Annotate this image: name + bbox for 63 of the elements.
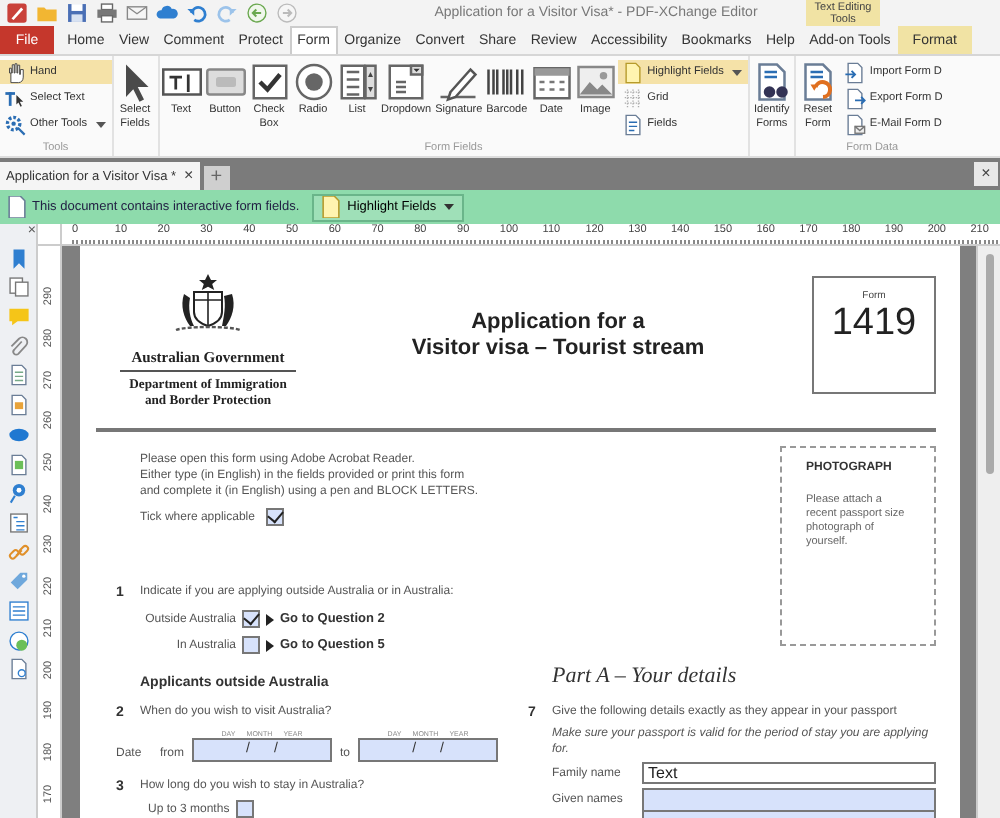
sidebar-button[interactable] [7,629,29,652]
gear-icon [4,113,26,135]
calendar-icon [531,62,572,102]
layers-icon [7,423,29,446]
stamp-icon [7,629,29,652]
comment-icon [7,306,29,329]
push-button-icon [205,62,246,102]
cloud-icon [156,2,178,24]
sidebar-button[interactable] [7,335,29,358]
sidebar-button[interactable] [7,276,29,299]
highlight-icon [321,196,340,218]
form-email-icon [843,113,866,135]
tag-icon [7,570,29,593]
undo-icon [186,2,208,24]
text-select-icon [4,87,26,109]
pen-icon [438,62,479,102]
fields-icon [7,599,29,622]
text-field[interactable]: Text [642,762,936,784]
arrow-icon [266,639,274,651]
link-icon [7,541,29,564]
image-icon [575,62,616,102]
sidebar-button[interactable] [7,482,29,505]
form-title: Application for a Visitor visa – Tourist stream [409,310,707,360]
sidebar-button[interactable] [7,541,29,564]
sidebar-button[interactable] [7,599,29,622]
document-search-icon [7,658,29,681]
form-export-icon [843,87,866,109]
pin-icon [7,482,29,505]
highlight-icon [621,61,644,83]
new-tab-button[interactable]: + [203,166,230,190]
document-icon [7,453,29,475]
scrollbar[interactable] [976,246,1000,818]
document-icon [7,394,29,417]
pages-icon [7,276,29,299]
paperclip-icon [7,335,29,358]
checkbox-icon [249,62,290,102]
form-document-icon [621,113,644,135]
list-icon [7,511,29,534]
close-button[interactable]: × [974,162,998,186]
sidebar-button[interactable] [7,570,29,593]
sidebar-button[interactable] [7,658,29,681]
part-heading: Part A – Your details [552,664,739,688]
redo-icon [216,2,238,24]
document-icon [8,196,26,218]
checkbox[interactable] [266,508,285,526]
text-field-icon [161,62,202,102]
radio-button-icon [293,62,334,102]
sidebar-button[interactable] [7,364,29,387]
checkbox[interactable] [242,610,260,628]
form-import-icon [843,61,866,83]
sidebar-button[interactable] [7,511,29,534]
checkbox[interactable] [235,800,254,818]
caret-icon [444,204,455,210]
document-icon [7,364,29,387]
arrow-icon [266,613,274,625]
sidebar-button[interactable] [7,423,29,446]
sidebar-button[interactable] [7,394,29,417]
grid-icon [621,87,644,109]
sidebar-button[interactable] [7,453,29,475]
list-box-icon [337,62,378,102]
tab-close-button[interactable]: × [184,168,194,184]
dropdown-icon [386,62,427,102]
checkbox[interactable] [242,636,260,654]
